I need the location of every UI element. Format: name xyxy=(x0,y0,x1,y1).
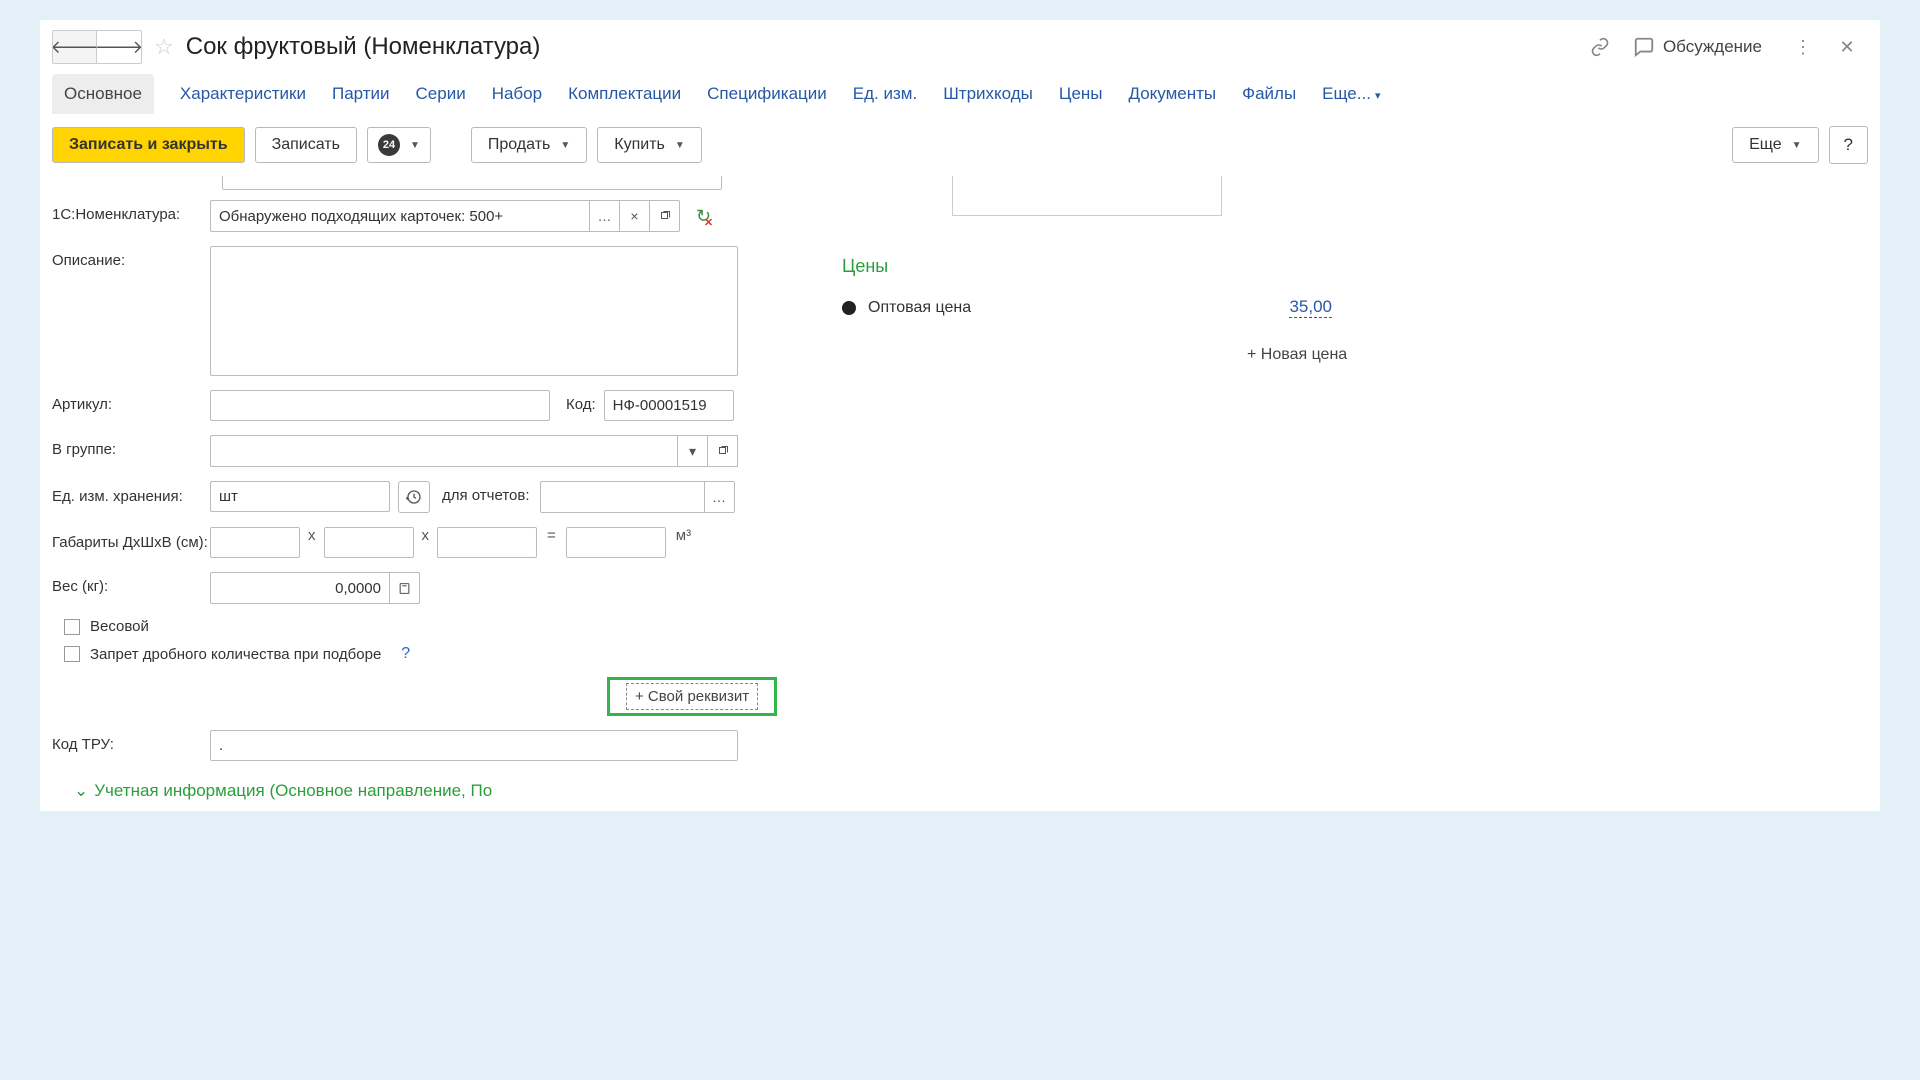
weight-checkbox[interactable] xyxy=(64,619,80,635)
sync-broken-icon[interactable]: ↻✕ xyxy=(696,206,711,227)
dim-sep-1: х xyxy=(308,527,316,544)
forward-button[interactable]: 🡒 xyxy=(97,31,141,63)
description-textarea[interactable] xyxy=(210,246,738,376)
dim-height-input[interactable] xyxy=(437,527,537,558)
reports-unit-input[interactable] xyxy=(540,481,705,513)
tab-batches[interactable]: Партии xyxy=(332,74,390,114)
wholesale-price-value[interactable]: 35,00 xyxy=(1289,297,1332,318)
kebab-icon[interactable]: ⋮ xyxy=(1790,34,1816,60)
tab-completions[interactable]: Комплектации xyxy=(568,74,681,114)
article-input[interactable] xyxy=(210,390,550,421)
nomenclature-clear-button[interactable]: × xyxy=(620,200,650,232)
code-input[interactable] xyxy=(604,390,734,421)
add-new-price-button[interactable]: + Новая цена xyxy=(1247,346,1352,364)
dim-length-input[interactable] xyxy=(210,527,300,558)
dim-sep-2: х xyxy=(422,527,430,544)
chat-icon[interactable] xyxy=(1631,34,1657,60)
weight-input[interactable] xyxy=(210,572,390,604)
price-indicator-icon xyxy=(842,301,856,315)
image-placeholder[interactable] xyxy=(952,176,1222,216)
nomenclature-input[interactable] xyxy=(210,200,590,232)
badge-24: 24 xyxy=(378,134,400,156)
tru-input[interactable] xyxy=(210,730,738,761)
group-open-button[interactable] xyxy=(708,435,738,467)
dim-volume-input[interactable] xyxy=(566,527,666,558)
dimensions-label: Габариты ДхШхВ (см): xyxy=(52,527,210,553)
group-input[interactable] xyxy=(210,435,678,467)
sell-button[interactable]: Продать▼ xyxy=(471,127,587,163)
nav-history: 🡐 🡒 xyxy=(52,30,142,64)
save-and-close-button[interactable]: Записать и закрыть xyxy=(52,127,245,163)
accounting-section-header[interactable]: ⌄Учетная информация (Основное направлени… xyxy=(52,775,812,801)
add-custom-requisite-button[interactable]: + Свой реквизит xyxy=(607,677,777,716)
tab-units[interactable]: Ед. изм. xyxy=(853,74,917,114)
chevron-down-icon: ⌄ xyxy=(74,781,88,800)
history-dropdown[interactable]: 24 ▼ xyxy=(367,127,431,163)
tab-prices[interactable]: Цены xyxy=(1059,74,1103,114)
save-button[interactable]: Записать xyxy=(255,127,357,163)
article-label: Артикул: xyxy=(52,390,210,413)
storage-unit-input[interactable] xyxy=(210,481,390,512)
tab-set[interactable]: Набор xyxy=(492,74,542,114)
dim-unit: м³ xyxy=(676,527,691,544)
back-button[interactable]: 🡐 xyxy=(53,31,97,63)
weight-label: Вес (кг): xyxy=(52,572,210,595)
group-label: В группе: xyxy=(52,435,210,458)
weight-calc-button[interactable] xyxy=(390,572,420,604)
buy-button[interactable]: Купить▼ xyxy=(597,127,702,163)
prices-header: Цены xyxy=(842,256,1352,277)
group-dropdown-button[interactable]: ▾ xyxy=(678,435,708,467)
favorite-icon[interactable]: ☆ xyxy=(154,34,174,60)
help-icon[interactable]: ? xyxy=(401,645,410,663)
reports-unit-pick-button[interactable]: … xyxy=(705,481,735,513)
dim-eq: = xyxy=(547,527,556,544)
discuss-label[interactable]: Обсуждение xyxy=(1663,37,1762,57)
tru-label: Код ТРУ: xyxy=(52,730,210,753)
link-icon[interactable] xyxy=(1587,34,1613,60)
tab-main[interactable]: Основное xyxy=(52,74,154,114)
reports-label: для отчетов: xyxy=(442,487,530,504)
help-button[interactable]: ? xyxy=(1829,126,1868,164)
nomenclature-label: 1С:Номенклатура: xyxy=(52,200,210,223)
wholesale-price-label: Оптовая цена xyxy=(868,299,1289,317)
storage-unit-label: Ед. изм. хранения: xyxy=(52,481,210,507)
description-label: Описание: xyxy=(52,246,210,269)
tab-more[interactable]: Еще... xyxy=(1322,74,1380,114)
tab-series[interactable]: Серии xyxy=(416,74,466,114)
more-button[interactable]: Еще▼ xyxy=(1732,127,1818,163)
tab-characteristics[interactable]: Характеристики xyxy=(180,74,306,114)
weight-checkbox-label: Весовой xyxy=(90,618,149,635)
close-icon[interactable]: ✕ xyxy=(1834,34,1860,60)
nomenclature-open-button[interactable] xyxy=(650,200,680,232)
tab-specifications[interactable]: Спецификации xyxy=(707,74,827,114)
storage-unit-history-button[interactable] xyxy=(398,481,430,513)
tab-barcodes[interactable]: Штрихкоды xyxy=(943,74,1033,114)
fractional-checkbox-label: Запрет дробного количества при подборе xyxy=(90,646,381,663)
tab-documents[interactable]: Документы xyxy=(1129,74,1217,114)
tab-bar: Основное Характеристики Партии Серии Наб… xyxy=(40,74,1880,114)
tab-files[interactable]: Файлы xyxy=(1242,74,1296,114)
page-title: Сок фруктовый (Номенклатура) xyxy=(186,33,1569,61)
nomenclature-pick-button[interactable]: … xyxy=(590,200,620,232)
truncated-field-above xyxy=(222,176,812,190)
code-label: Код: xyxy=(566,390,596,413)
fractional-checkbox[interactable] xyxy=(64,646,80,662)
dim-width-input[interactable] xyxy=(324,527,414,558)
